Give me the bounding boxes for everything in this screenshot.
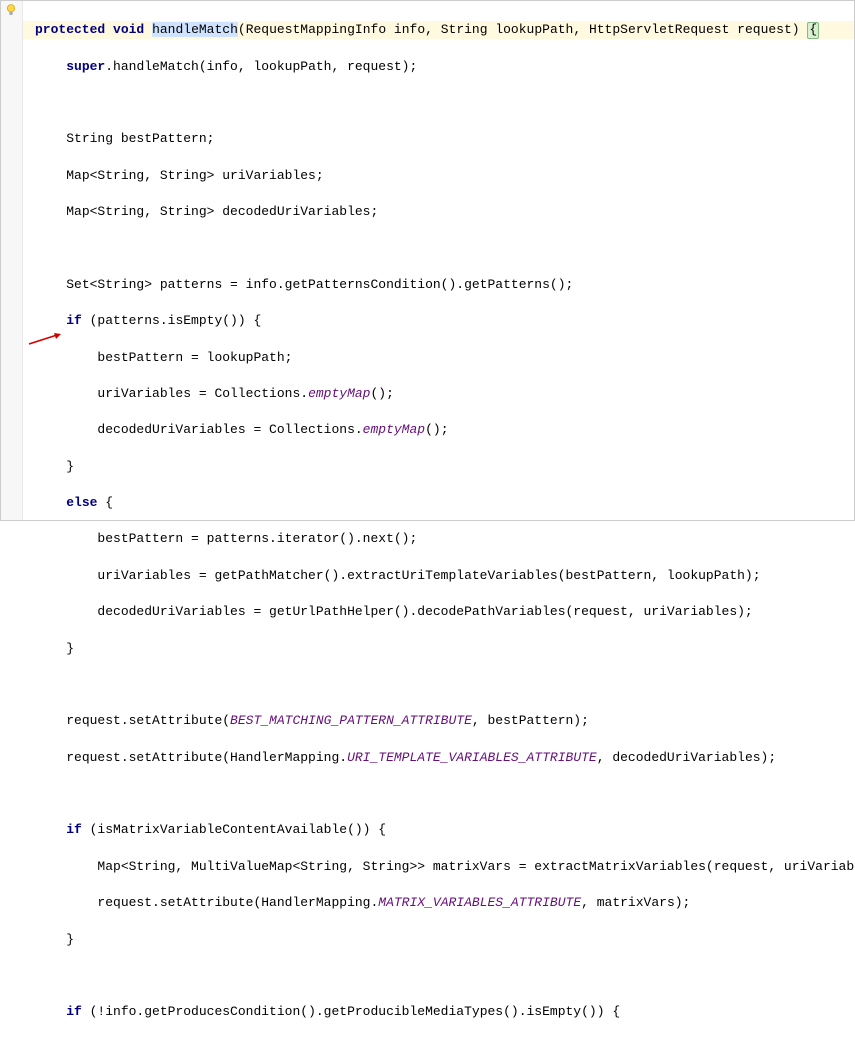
code-text: uriVariables = getPathMatcher().extractU… — [97, 568, 760, 583]
code-line[interactable]: if (patterns.isEmpty()) { — [23, 312, 854, 330]
code-line[interactable]: if (!info.getProducesCondition().getProd… — [23, 1003, 854, 1021]
code-text: Map<String, String> uriVariables; — [66, 168, 323, 183]
code-line[interactable] — [23, 239, 854, 257]
code-line[interactable]: String bestPattern; — [23, 130, 854, 148]
code-text: uriVariables = Collections. — [97, 386, 308, 401]
code-line[interactable]: Map<String, String> uriVariables; — [23, 167, 854, 185]
code-text: bestPattern = patterns.iterator().next()… — [97, 531, 417, 546]
code-text: decodedUriVariables = getUrlPathHelper()… — [97, 604, 752, 619]
keyword: if — [66, 822, 82, 837]
code-text: request.setAttribute(HandlerMapping. — [66, 750, 347, 765]
code-text: Map<String, MultiValueMap<String, String… — [97, 859, 855, 874]
lightbulb-icon[interactable] — [4, 3, 18, 17]
code-text: { — [97, 495, 113, 510]
code-line[interactable]: decodedUriVariables = Collections.emptyM… — [23, 421, 854, 439]
method-name-selected[interactable]: handleMatch — [152, 22, 238, 37]
code-text: (patterns.isEmpty()) { — [82, 313, 261, 328]
code-line[interactable]: } — [23, 931, 854, 949]
code-text: , decodedUriVariables); — [597, 750, 776, 765]
code-text: } — [66, 641, 74, 656]
code-line[interactable]: bestPattern = patterns.iterator().next()… — [23, 530, 854, 548]
keyword: if — [66, 1004, 82, 1019]
code-line[interactable]: super.handleMatch(info, lookupPath, requ… — [23, 58, 854, 76]
code-line[interactable]: uriVariables = Collections.emptyMap(); — [23, 385, 854, 403]
code-editor[interactable]: protected void handleMatch(RequestMappin… — [23, 1, 854, 1042]
code-text: } — [66, 459, 74, 474]
code-line[interactable]: else { — [23, 494, 854, 512]
code-line[interactable]: Set<String> patterns = info.getPatternsC… — [23, 276, 854, 294]
code-text: String bestPattern; — [66, 131, 214, 146]
code-text: , matrixVars); — [581, 895, 690, 910]
code-text: Set<String> patterns = info.getPatternsC… — [66, 277, 573, 292]
code-line[interactable]: if (isMatrixVariableContentAvailable()) … — [23, 821, 854, 839]
code-line[interactable]: Map<String, MultiValueMap<String, String… — [23, 858, 854, 876]
code-line[interactable]: decodedUriVariables = getUrlPathHelper()… — [23, 603, 854, 621]
code-line[interactable]: uriVariables = getPathMatcher().extractU… — [23, 567, 854, 585]
code-text: (!info.getProducesCondition().getProduci… — [82, 1004, 620, 1019]
static-field: MATRIX_VARIABLES_ATTRIBUTE — [378, 895, 581, 910]
editor-gutter — [1, 1, 23, 520]
code-text: request.setAttribute( — [66, 713, 230, 728]
code-line[interactable]: request.setAttribute(HandlerMapping.MATR… — [23, 894, 854, 912]
code-text: Set<MediaType> mediaTypes = info.getProd… — [97, 1041, 737, 1042]
static-field: URI_TEMPLATE_VARIABLES_ATTRIBUTE — [347, 750, 597, 765]
keyword: void — [113, 22, 144, 37]
static-method: emptyMap — [308, 386, 370, 401]
code-line[interactable]: protected void handleMatch(RequestMappin… — [23, 21, 854, 39]
code-line[interactable]: request.setAttribute(BEST_MATCHING_PATTE… — [23, 712, 854, 730]
code-text: bestPattern = lookupPath; — [97, 350, 292, 365]
code-line[interactable]: Map<String, String> decodedUriVariables; — [23, 203, 854, 221]
code-text: , bestPattern); — [472, 713, 589, 728]
code-line[interactable]: Set<MediaType> mediaTypes = info.getProd… — [23, 1040, 854, 1042]
code-text: request.setAttribute(HandlerMapping. — [97, 895, 378, 910]
code-line[interactable] — [23, 785, 854, 803]
brace-open: { — [807, 22, 819, 39]
static-method: emptyMap — [363, 422, 425, 437]
code-text: } — [66, 932, 74, 947]
code-text: decodedUriVariables = Collections. — [97, 422, 362, 437]
code-line[interactable]: } — [23, 640, 854, 658]
keyword: else — [66, 495, 97, 510]
keyword: protected — [35, 22, 105, 37]
code-text: (); — [425, 422, 448, 437]
code-line[interactable] — [23, 94, 854, 112]
code-text: (); — [370, 386, 393, 401]
keyword: super — [66, 59, 105, 74]
static-field: BEST_MATCHING_PATTERN_ATTRIBUTE — [230, 713, 472, 728]
code-line[interactable]: } — [23, 458, 854, 476]
keyword: if — [66, 313, 82, 328]
code-line[interactable] — [23, 967, 854, 985]
code-text: (isMatrixVariableContentAvailable()) { — [82, 822, 386, 837]
code-text: .handleMatch(info, lookupPath, request); — [105, 59, 417, 74]
code-line[interactable]: request.setAttribute(HandlerMapping.URI_… — [23, 749, 854, 767]
code-line[interactable]: bestPattern = lookupPath; — [23, 349, 854, 367]
code-text: Map<String, String> decodedUriVariables; — [66, 204, 378, 219]
code-line[interactable] — [23, 676, 854, 694]
params: (RequestMappingInfo info, String lookupP… — [238, 22, 808, 37]
